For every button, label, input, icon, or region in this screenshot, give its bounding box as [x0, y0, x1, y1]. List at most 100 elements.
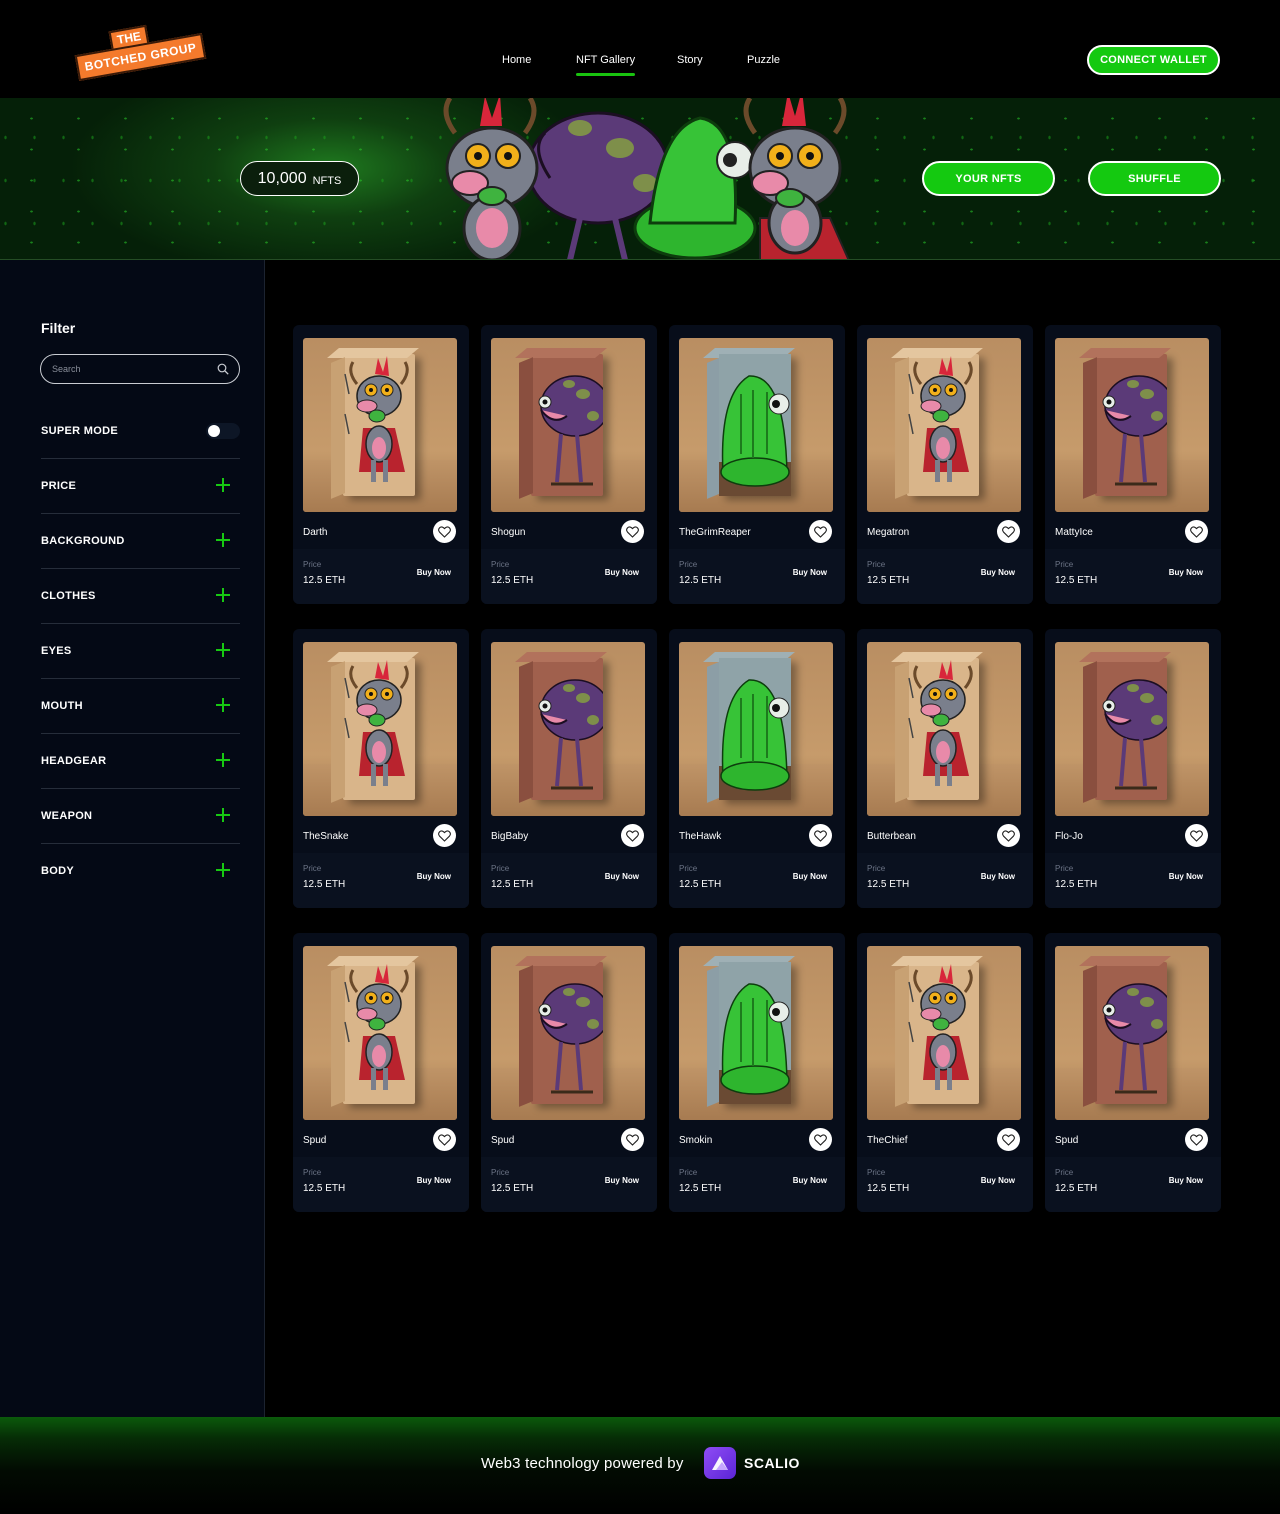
buy-now-button[interactable]: Buy Now: [981, 568, 1015, 577]
heart-icon[interactable]: [809, 824, 832, 847]
heart-icon[interactable]: [433, 520, 456, 543]
nft-card[interactable]: Darth Price 12.5 ETH Buy Now: [293, 325, 469, 604]
heart-icon[interactable]: [433, 824, 456, 847]
heart-icon[interactable]: [621, 1128, 644, 1151]
heart-icon[interactable]: [809, 520, 832, 543]
buy-now-button[interactable]: Buy Now: [605, 872, 639, 881]
filter-group-label: PRICE: [41, 480, 77, 492]
heart-icon[interactable]: [1185, 824, 1208, 847]
price-value: 12.5 ETH: [1055, 575, 1098, 586]
nft-image[interactable]: [491, 946, 645, 1120]
nft-card[interactable]: Spud Price 12.5 ETH Buy Now: [1045, 933, 1221, 1212]
nav-puzzle[interactable]: Puzzle: [747, 54, 780, 66]
price-value: 12.5 ETH: [867, 575, 910, 586]
nft-name: Flo-Jo: [1055, 831, 1083, 842]
scalio-brand[interactable]: SCALIO: [744, 1455, 800, 1471]
your-nfts-button[interactable]: YOUR NFTS: [922, 161, 1055, 196]
buy-now-button[interactable]: Buy Now: [981, 1176, 1015, 1185]
nft-image[interactable]: [303, 338, 457, 512]
nft-card[interactable]: Butterbean Price 12.5 ETH Buy Now: [857, 629, 1033, 908]
nft-card[interactable]: TheChief Price 12.5 ETH Buy Now: [857, 933, 1033, 1212]
buy-now-button[interactable]: Buy Now: [793, 1176, 827, 1185]
connect-wallet-button[interactable]: CONNECT WALLET: [1087, 45, 1220, 75]
nft-card[interactable]: Spud Price 12.5 ETH Buy Now: [293, 933, 469, 1212]
buy-now-button[interactable]: Buy Now: [605, 1176, 639, 1185]
nft-image[interactable]: [1055, 946, 1209, 1120]
heart-icon[interactable]: [997, 520, 1020, 543]
nav-home[interactable]: Home: [502, 54, 531, 66]
buy-now-button[interactable]: Buy Now: [1169, 872, 1203, 881]
filter-group-mouth[interactable]: MOUTH: [41, 678, 240, 733]
filter-group-label: CLOTHES: [41, 590, 96, 602]
plus-icon[interactable]: [216, 863, 230, 877]
shuffle-button[interactable]: SHUFFLE: [1088, 161, 1221, 196]
nft-image[interactable]: [679, 642, 833, 816]
price-value: 12.5 ETH: [1055, 1183, 1098, 1194]
nft-card[interactable]: TheGrimReaper Price 12.5 ETH Buy Now: [669, 325, 845, 604]
nft-card[interactable]: Smokin Price 12.5 ETH Buy Now: [669, 933, 845, 1212]
nft-image[interactable]: [1055, 642, 1209, 816]
heart-icon[interactable]: [1185, 520, 1208, 543]
plus-icon[interactable]: [216, 808, 230, 822]
heart-icon[interactable]: [997, 1128, 1020, 1151]
nft-card[interactable]: BigBaby Price 12.5 ETH Buy Now: [481, 629, 657, 908]
nft-card[interactable]: Megatron Price 12.5 ETH Buy Now: [857, 325, 1033, 604]
buy-now-button[interactable]: Buy Now: [605, 568, 639, 577]
filter-group-headgear[interactable]: HEADGEAR: [41, 733, 240, 788]
nft-card[interactable]: TheSnake Price 12.5 ETH Buy Now: [293, 629, 469, 908]
plus-icon[interactable]: [216, 533, 230, 547]
plus-icon[interactable]: [216, 478, 230, 492]
filter-search: [40, 354, 240, 384]
filter-group-label: WEAPON: [41, 810, 93, 822]
buy-now-button[interactable]: Buy Now: [1169, 1176, 1203, 1185]
buy-now-button[interactable]: Buy Now: [417, 1176, 451, 1185]
super-mode-toggle[interactable]: [206, 423, 240, 439]
search-icon[interactable]: [217, 363, 229, 375]
plus-icon[interactable]: [216, 643, 230, 657]
buy-now-button[interactable]: Buy Now: [417, 568, 451, 577]
nft-box-art: [703, 652, 795, 803]
nav-nft-gallery[interactable]: NFT Gallery: [576, 54, 636, 76]
nft-name: Shogun: [491, 527, 526, 538]
buy-now-button[interactable]: Buy Now: [1169, 568, 1203, 577]
nft-image[interactable]: [867, 642, 1021, 816]
buy-now-button[interactable]: Buy Now: [793, 568, 827, 577]
nft-image[interactable]: [303, 946, 457, 1120]
nft-card[interactable]: Flo-Jo Price 12.5 ETH Buy Now: [1045, 629, 1221, 908]
heart-icon[interactable]: [809, 1128, 832, 1151]
plus-icon[interactable]: [216, 698, 230, 712]
heart-icon[interactable]: [997, 824, 1020, 847]
heart-icon[interactable]: [433, 1128, 456, 1151]
filter-group-clothes[interactable]: CLOTHES: [41, 568, 240, 623]
nav-story[interactable]: Story: [677, 54, 703, 66]
plus-icon[interactable]: [216, 753, 230, 767]
nft-image[interactable]: [679, 338, 833, 512]
heart-icon[interactable]: [621, 520, 644, 543]
buy-now-button[interactable]: Buy Now: [417, 872, 451, 881]
nft-image[interactable]: [491, 338, 645, 512]
nft-image[interactable]: [867, 946, 1021, 1120]
nft-image[interactable]: [1055, 338, 1209, 512]
heart-icon[interactable]: [1185, 1128, 1208, 1151]
filter-group-price[interactable]: PRICE: [41, 458, 240, 513]
plus-icon[interactable]: [216, 588, 230, 602]
filter-group-eyes[interactable]: EYES: [41, 623, 240, 678]
heart-icon[interactable]: [621, 824, 644, 847]
nft-image[interactable]: [491, 642, 645, 816]
price-value: 12.5 ETH: [867, 879, 910, 890]
nft-card[interactable]: Spud Price 12.5 ETH Buy Now: [481, 933, 657, 1212]
buy-now-button[interactable]: Buy Now: [981, 872, 1015, 881]
hero-banner: 10,000 NFTS YOUR NFTS SHUFFLE: [0, 98, 1280, 260]
filter-group-weapon[interactable]: WEAPON: [41, 788, 240, 843]
nft-image[interactable]: [867, 338, 1021, 512]
nft-card[interactable]: TheHawk Price 12.5 ETH Buy Now: [669, 629, 845, 908]
nft-image[interactable]: [679, 946, 833, 1120]
filter-group-background[interactable]: BACKGROUND: [41, 513, 240, 568]
buy-now-button[interactable]: Buy Now: [793, 872, 827, 881]
nft-card[interactable]: MattyIce Price 12.5 ETH Buy Now: [1045, 325, 1221, 604]
nft-card[interactable]: Shogun Price 12.5 ETH Buy Now: [481, 325, 657, 604]
nft-box-art: [703, 348, 795, 499]
nft-image[interactable]: [303, 642, 457, 816]
filter-group-body[interactable]: BODY: [41, 843, 240, 898]
search-input[interactable]: [52, 361, 212, 377]
